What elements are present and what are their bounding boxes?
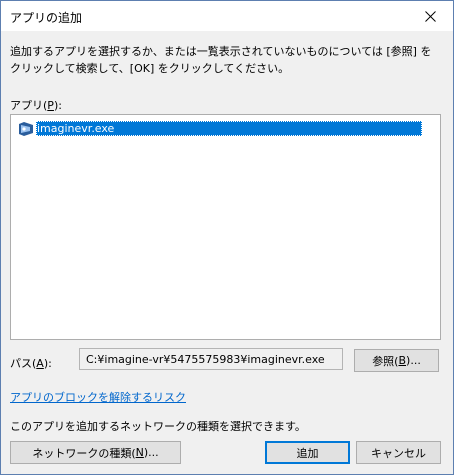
add-button[interactable]: 追加 bbox=[265, 441, 350, 464]
close-icon bbox=[424, 10, 436, 22]
network-info-text: このアプリを追加するネットワークの種類を選択できます。 bbox=[10, 420, 306, 433]
add-app-dialog: アプリの追加 追加するアプリを選択するか、または一覧表示されていないものについて… bbox=[0, 0, 454, 475]
close-button[interactable] bbox=[407, 1, 453, 31]
dialog-title: アプリの追加 bbox=[10, 11, 83, 25]
instruction-text: 追加するアプリを選択するか、または一覧表示されていないものについては [参照] … bbox=[10, 45, 432, 75]
cancel-button[interactable]: キャンセル bbox=[356, 441, 441, 464]
apps-label: アプリ(P): bbox=[10, 99, 62, 112]
app-list[interactable]: imaginevr.exe bbox=[10, 114, 441, 340]
unblock-risk-link[interactable]: アプリのブロックを解除するリスク bbox=[10, 389, 186, 405]
vr-app-icon bbox=[19, 121, 33, 136]
path-label: パス(A): bbox=[10, 357, 52, 370]
list-item-label: imaginevr.exe bbox=[36, 121, 422, 136]
path-input[interactable]: C:¥imagine-vr¥5475575983¥imaginevr.exe bbox=[79, 348, 343, 370]
title-bar: アプリの追加 bbox=[1, 1, 453, 31]
browse-button[interactable]: 参照(B)... bbox=[354, 349, 439, 372]
network-type-button[interactable]: ネットワークの種類(N)... bbox=[10, 441, 181, 464]
list-item[interactable]: imaginevr.exe bbox=[18, 120, 422, 137]
